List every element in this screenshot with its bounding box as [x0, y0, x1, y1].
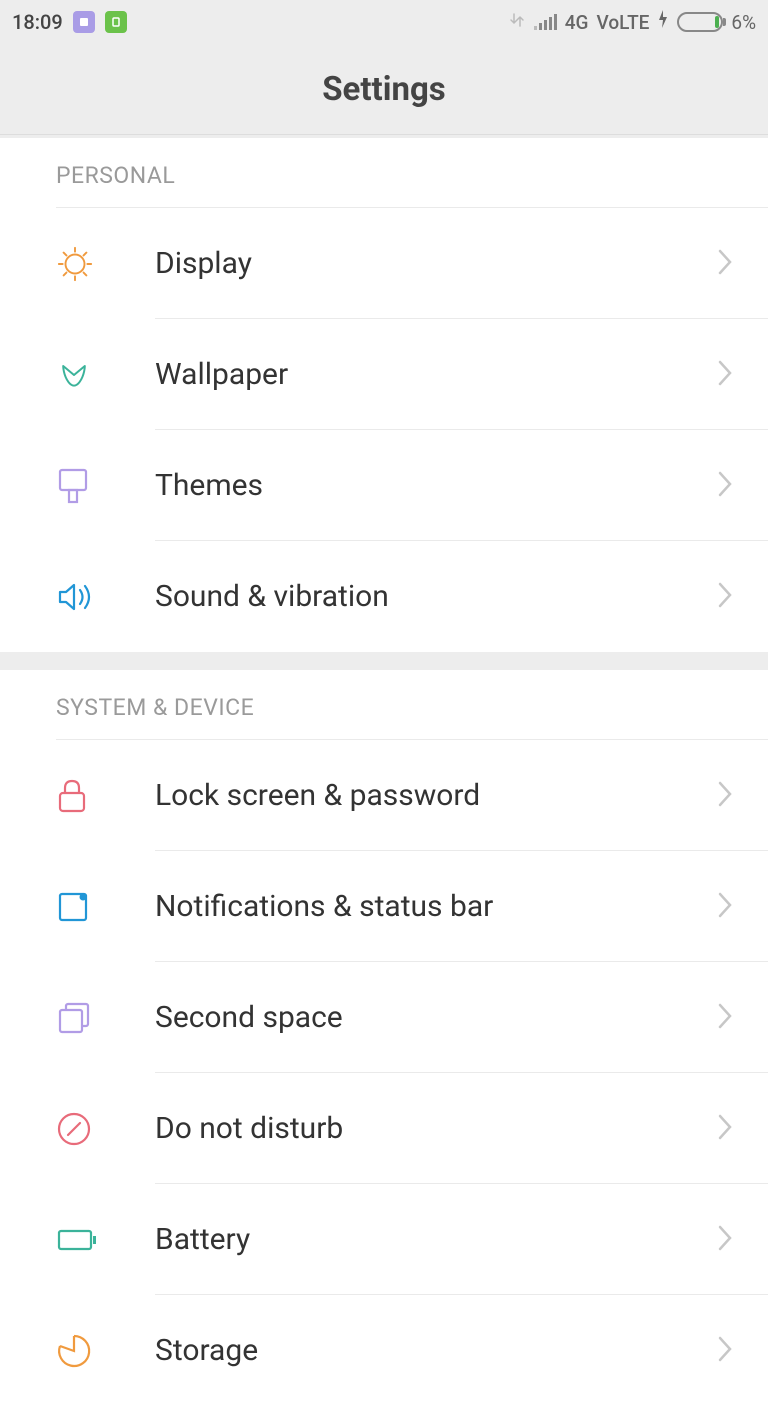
row-label: Wallpaper [155, 357, 716, 392]
row-wallpaper[interactable]: Wallpaper [0, 319, 768, 430]
row-battery[interactable]: Battery [0, 1184, 768, 1295]
row-label: Battery [155, 1222, 716, 1257]
row-lock-screen-password[interactable]: Lock screen & password [0, 740, 768, 851]
row-display[interactable]: Display [0, 208, 768, 319]
battery-percent: 6% [731, 11, 756, 34]
section-personal: PERSONAL Display Wallpaper [0, 138, 768, 652]
chevron-right-icon [716, 1001, 768, 1035]
status-right: 4G VoLTE 6% [508, 9, 756, 35]
row-label: Sound & vibration [155, 579, 716, 614]
row-do-not-disturb[interactable]: Do not disturb [0, 1073, 768, 1184]
status-bar: 18:09 4G VoLTE 6% [0, 0, 768, 44]
row-label: Notifications & status bar [155, 889, 716, 924]
storage-icon [0, 1333, 155, 1369]
settings-list: PERSONAL Display Wallpaper [0, 138, 768, 1406]
chevron-right-icon [716, 779, 768, 813]
wallpaper-icon [0, 357, 155, 393]
do-not-disturb-icon [0, 1111, 155, 1147]
display-icon [0, 245, 155, 283]
battery-icon [677, 12, 723, 32]
notifications-icon [0, 890, 155, 924]
chevron-right-icon [716, 247, 768, 281]
chevron-right-icon [716, 1112, 768, 1146]
row-storage[interactable]: Storage [0, 1295, 768, 1406]
chevron-right-icon [716, 1223, 768, 1257]
row-notifications-status-bar[interactable]: Notifications & status bar [0, 851, 768, 962]
chevron-right-icon [716, 580, 768, 614]
row-second-space[interactable]: Second space [0, 962, 768, 1073]
section-header-system: SYSTEM & DEVICE [0, 670, 768, 739]
chevron-right-icon [716, 1334, 768, 1368]
row-label: Do not disturb [155, 1111, 716, 1146]
sound-icon [0, 580, 155, 614]
volte-label: VoLTE [597, 11, 650, 34]
page-title: Settings [322, 70, 446, 109]
charging-icon [657, 9, 669, 35]
themes-icon [0, 466, 155, 506]
network-type: 4G [565, 11, 589, 34]
row-label: Lock screen & password [155, 778, 716, 813]
chevron-right-icon [716, 469, 768, 503]
row-label: Display [155, 246, 716, 281]
chevron-right-icon [716, 358, 768, 392]
app-header: Settings [0, 44, 768, 134]
second-space-icon [0, 1000, 155, 1036]
row-label: Storage [155, 1333, 716, 1368]
section-header-personal: PERSONAL [0, 138, 768, 207]
notification-app-icon-2 [105, 11, 127, 33]
row-themes[interactable]: Themes [0, 430, 768, 541]
row-label: Themes [155, 468, 716, 503]
chevron-right-icon [716, 890, 768, 924]
data-activity-icon [508, 11, 526, 34]
signal-icon [534, 14, 557, 30]
section-system-device: SYSTEM & DEVICE Lock screen & password N… [0, 670, 768, 1406]
notification-app-icon-1 [73, 11, 95, 33]
status-time: 18:09 [12, 10, 63, 34]
battery-setting-icon [0, 1227, 155, 1253]
row-sound-vibration[interactable]: Sound & vibration [0, 541, 768, 652]
status-left: 18:09 [12, 10, 127, 34]
lock-icon [0, 777, 155, 815]
row-label: Second space [155, 1000, 716, 1035]
